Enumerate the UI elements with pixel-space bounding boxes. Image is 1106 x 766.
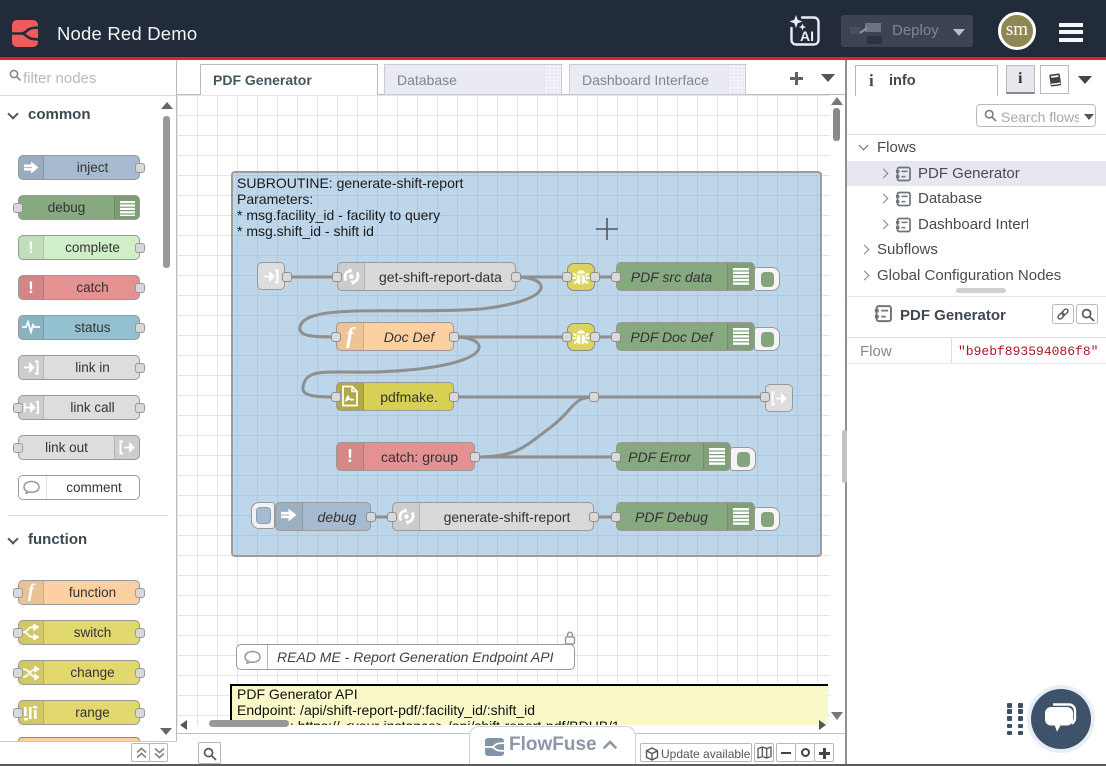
- svg-text:AI: AI: [800, 28, 814, 44]
